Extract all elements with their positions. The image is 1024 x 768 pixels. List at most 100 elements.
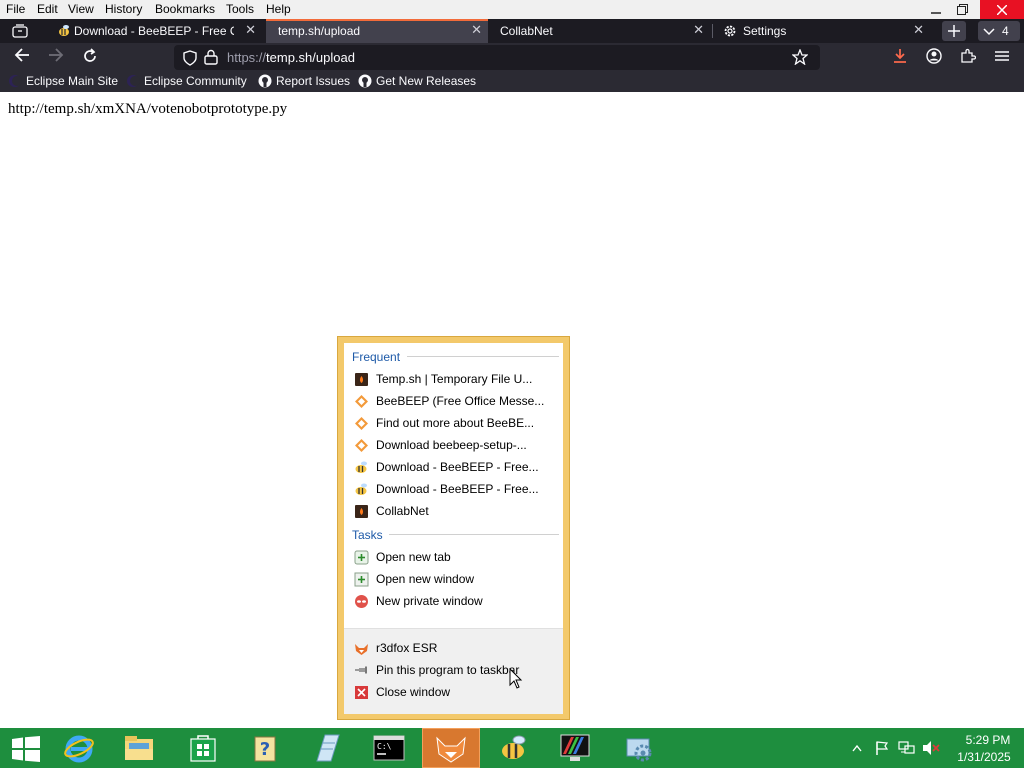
jump-list-close-item[interactable]: Close window (346, 682, 560, 704)
jump-list-task-label: Open new tab (376, 550, 451, 564)
bookmark-eclipse-community[interactable]: Eclipse Community (126, 74, 247, 90)
extensions-button[interactable] (958, 48, 978, 66)
menu-view[interactable]: View (68, 2, 94, 16)
taskbar-r3dfox-active[interactable] (422, 728, 480, 768)
window-close-button[interactable] (980, 0, 1024, 19)
r3dfox-icon (436, 736, 466, 763)
jump-list-item[interactable]: Download beebeep-setup-... (346, 435, 560, 457)
menu-bookmarks[interactable]: Bookmarks (155, 2, 215, 16)
system-tray: 5:29 PM 1/31/2025 (850, 728, 1024, 768)
jump-list-item[interactable]: Temp.sh | Temporary File U... (346, 369, 560, 391)
windows-logo-icon (12, 736, 40, 762)
taskbar-beebeep[interactable] (484, 728, 542, 768)
jump-list-item[interactable]: Download - BeeBEEP - Free... (346, 479, 560, 501)
jump-list-item[interactable]: Find out more about BeeBE... (346, 413, 560, 435)
bookmark-eclipse-main-site[interactable]: Eclipse Main Site (8, 74, 118, 90)
tab-label: temp.sh/upload (278, 24, 361, 38)
url-scheme: https:// (227, 50, 267, 65)
tab-beebeep-download[interactable]: Download - BeeBEEP - Free Off ✕ (52, 19, 262, 43)
bookmark-get-new-releases[interactable]: Get New Releases (358, 74, 476, 90)
bee-icon (502, 735, 526, 759)
tab-bar: Download - BeeBEEP - Free Off ✕ temp.sh/… (0, 19, 1024, 43)
tab-label: Settings (743, 24, 787, 38)
jump-list-task[interactable]: Open new window (346, 569, 560, 591)
menu-file[interactable]: File (6, 2, 25, 16)
taskbar-command-prompt[interactable]: C:\ (360, 728, 418, 768)
close-icon (996, 4, 1008, 16)
close-window-icon (355, 686, 368, 699)
eclipse-icon (127, 75, 140, 87)
svg-text:?: ? (260, 739, 270, 760)
jump-list-pin-item[interactable]: Pin this program to taskbar (346, 660, 560, 682)
tab-label: CollabNet (500, 24, 553, 38)
menu-tools[interactable]: Tools (226, 2, 254, 16)
menu-history[interactable]: History (105, 2, 142, 16)
jump-list-task-label: Open new window (376, 572, 475, 586)
taskbar-network-app[interactable] (610, 728, 668, 768)
jump-list-app-item[interactable]: r3dfox ESR (346, 638, 560, 660)
url-text: https://temp.sh/upload (227, 50, 355, 65)
command-prompt-icon: C:\ (373, 735, 405, 761)
restore-icon (956, 4, 968, 15)
clock-time[interactable]: 5:29 PM (958, 733, 1018, 747)
new-tab-button[interactable] (942, 21, 966, 41)
jump-list-item-label: Find out more about BeeBE... (376, 416, 535, 430)
bee-icon (59, 25, 69, 36)
tab-close-icon[interactable]: ✕ (471, 22, 482, 38)
taskbar-file-explorer[interactable] (110, 728, 168, 768)
jump-list-item[interactable]: CollabNet (346, 501, 560, 523)
account-button[interactable] (924, 48, 944, 66)
tab-overview-button[interactable] (4, 19, 34, 43)
jump-list-footer: r3dfox ESR Pin this program to taskbar C… (344, 628, 563, 714)
jump-list-task[interactable]: Open new tab (346, 547, 560, 569)
bookmark-label: Eclipse Community (144, 74, 247, 88)
jump-list-item[interactable]: BeeBEEP (Free Office Messe... (346, 391, 560, 413)
url-host-path: temp.sh/upload (266, 50, 355, 65)
menu-bar: File Edit View History Bookmarks Tools H… (0, 0, 1024, 19)
jump-list-item-label: Temp.sh | Temporary File U... (376, 372, 533, 386)
lock-icon (204, 49, 218, 65)
address-bar[interactable]: https://temp.sh/upload (174, 45, 820, 70)
new-tab-icon (354, 550, 369, 565)
plus-icon (948, 25, 960, 37)
bookmark-label: Get New Releases (376, 74, 477, 88)
tab-close-icon[interactable]: ✕ (693, 22, 704, 38)
taskbar-display-app[interactable] (546, 728, 604, 768)
tab-temp-sh-upload[interactable]: temp.sh/upload ✕ (266, 19, 488, 43)
menu-help[interactable]: Help (266, 2, 291, 16)
jump-list-item[interactable]: Download - BeeBEEP - Free... (346, 457, 560, 479)
beebeep-icon (355, 395, 368, 408)
clock-date[interactable]: 1/31/2025 (952, 750, 1016, 764)
jump-list-task[interactable]: New private window (346, 591, 560, 613)
back-button[interactable] (12, 48, 32, 66)
tab-collabnet[interactable]: CollabNet ✕ (490, 19, 710, 43)
taskbar-store[interactable] (174, 728, 232, 768)
tempsh-icon (355, 505, 368, 518)
chevron-down-icon (983, 28, 995, 36)
restore-button[interactable] (944, 0, 980, 19)
star-icon[interactable] (792, 49, 808, 65)
flag-icon[interactable] (874, 740, 890, 756)
app-menu-button[interactable] (992, 48, 1012, 66)
downloads-button[interactable] (890, 48, 910, 66)
reload-button[interactable] (80, 48, 100, 66)
forward-button[interactable] (46, 48, 66, 66)
pin-icon (355, 666, 367, 674)
taskbar-help[interactable]: ? (238, 728, 296, 768)
page-link-text: http://temp.sh/xmXNA/votenobotprototype.… (8, 101, 288, 117)
tab-close-icon[interactable]: ✕ (245, 22, 256, 38)
chevron-up-icon[interactable] (852, 744, 862, 752)
taskbar-internet-explorer[interactable] (50, 728, 108, 768)
speaker-muted-icon[interactable] (922, 740, 940, 756)
tab-overview-icon (12, 24, 28, 38)
download-icon (894, 49, 906, 63)
menu-edit[interactable]: Edit (37, 2, 58, 16)
bee-icon (355, 461, 367, 473)
list-all-tabs-button[interactable]: 4 (978, 21, 1020, 41)
jump-list-pin-label: Pin this program to taskbar (376, 663, 520, 677)
tab-settings[interactable]: Settings ✕ (716, 19, 930, 43)
network-icon[interactable] (898, 740, 916, 756)
tab-close-icon[interactable]: ✕ (913, 22, 924, 38)
taskbar-notes-app[interactable] (298, 728, 356, 768)
bookmark-report-issues[interactable]: Report Issues (258, 74, 350, 90)
